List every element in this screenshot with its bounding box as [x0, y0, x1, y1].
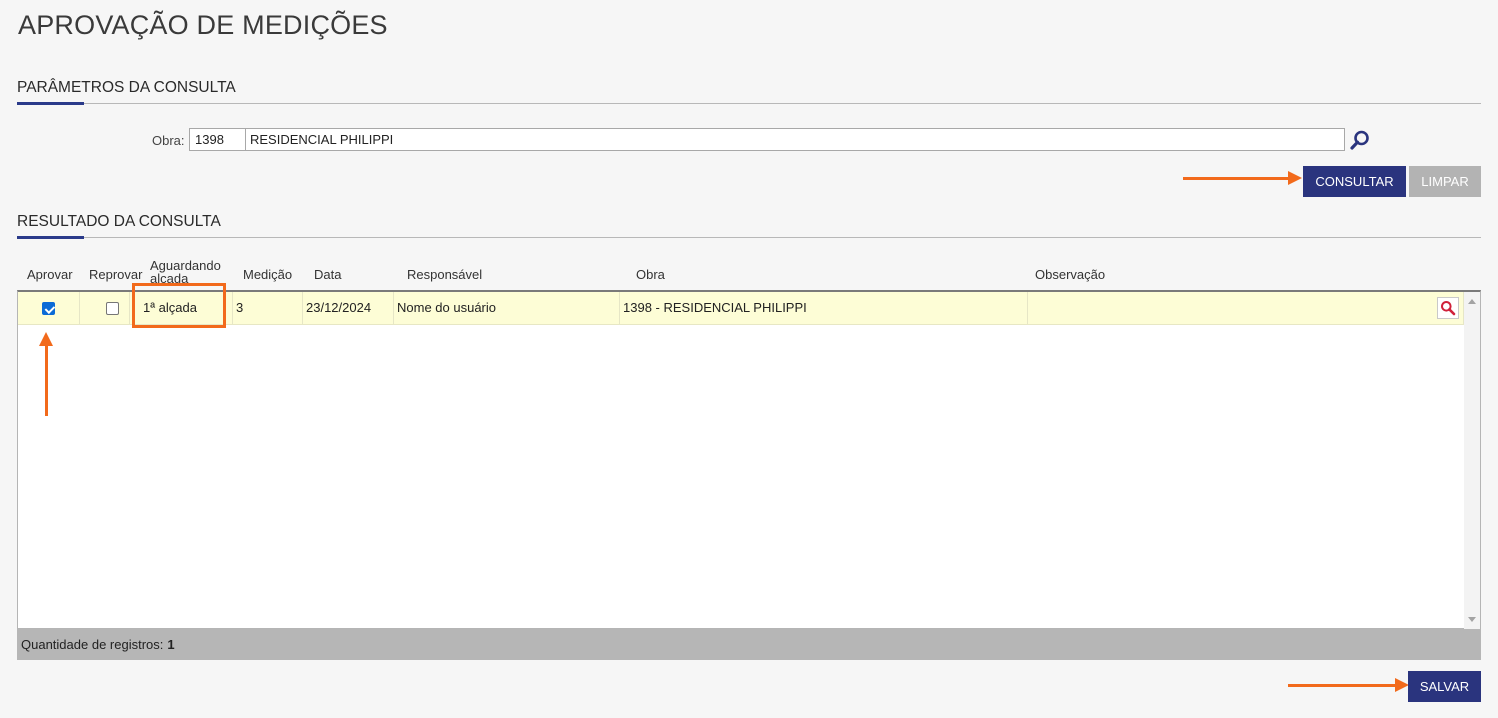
reprovar-checkbox[interactable]	[106, 302, 119, 315]
salvar-button[interactable]: SALVAR	[1408, 671, 1481, 702]
results-grid: 1ª alçada 3 23/12/2024 Nome do usuário 1…	[17, 290, 1481, 629]
consultar-button[interactable]: CONSULTAR	[1303, 166, 1406, 197]
scroll-down-icon[interactable]	[1468, 617, 1476, 622]
obra-name-input[interactable]	[246, 128, 1345, 151]
search-icon	[1441, 301, 1456, 316]
obra-label: Obra:	[152, 133, 185, 148]
cell-data: 23/12/2024	[303, 292, 394, 324]
col-header-observacao[interactable]: Observação	[1035, 267, 1105, 282]
record-count-value: 1	[167, 637, 175, 652]
col-header-data[interactable]: Data	[314, 267, 341, 282]
section-underline	[17, 102, 84, 105]
params-section-title: PARÂMETROS DA CONSULTA	[17, 79, 236, 96]
search-icon	[1350, 130, 1369, 150]
cell-observacao	[1028, 292, 1464, 324]
params-section-header: PARÂMETROS DA CONSULTA	[17, 78, 1481, 105]
table-row[interactable]: 1ª alçada 3 23/12/2024 Nome do usuário 1…	[18, 292, 1464, 325]
page-title: APROVAÇÃO DE MEDIÇÕES	[18, 10, 388, 40]
cell-medicao: 3	[233, 292, 303, 324]
annotation-arrow-consultar	[1183, 171, 1302, 185]
obra-search-button[interactable]	[1348, 128, 1372, 152]
results-section-header: RESULTADO DA CONSULTA	[17, 212, 1481, 239]
scroll-up-icon[interactable]	[1468, 299, 1476, 304]
cell-aguardando: 1ª alçada	[130, 292, 233, 324]
aprovar-checkbox[interactable]	[42, 302, 55, 315]
row-detail-button[interactable]	[1437, 297, 1459, 319]
col-header-reprovar[interactable]: Reprovar	[89, 267, 142, 282]
grid-header: Aprovar Reprovar Aguardando alçada Mediç…	[17, 256, 1481, 290]
annotation-arrow-salvar	[1288, 678, 1409, 692]
cell-obra: 1398 - RESIDENCIAL PHILIPPI	[620, 292, 1028, 324]
col-header-aguardando[interactable]: Aguardando alçada	[150, 259, 228, 289]
col-header-aprovar[interactable]: Aprovar	[27, 267, 73, 282]
col-header-responsavel[interactable]: Responsável	[407, 267, 482, 282]
record-count-label: Quantidade de registros:	[21, 637, 164, 652]
cell-aprovar	[18, 292, 80, 324]
section-underline	[17, 236, 84, 239]
cell-responsavel: Nome do usuário	[394, 292, 620, 324]
annotation-arrow-aprovar	[39, 332, 53, 416]
col-header-medicao[interactable]: Medição	[243, 267, 292, 282]
results-section-title: RESULTADO DA CONSULTA	[17, 213, 221, 230]
obra-code-input[interactable]	[189, 128, 246, 151]
grid-footer: Quantidade de registros: 1	[17, 629, 1481, 660]
cell-reprovar	[80, 292, 130, 324]
limpar-button[interactable]: LIMPAR	[1409, 166, 1481, 197]
col-header-obra[interactable]: Obra	[636, 267, 665, 282]
grid-scrollbar[interactable]	[1464, 292, 1480, 629]
